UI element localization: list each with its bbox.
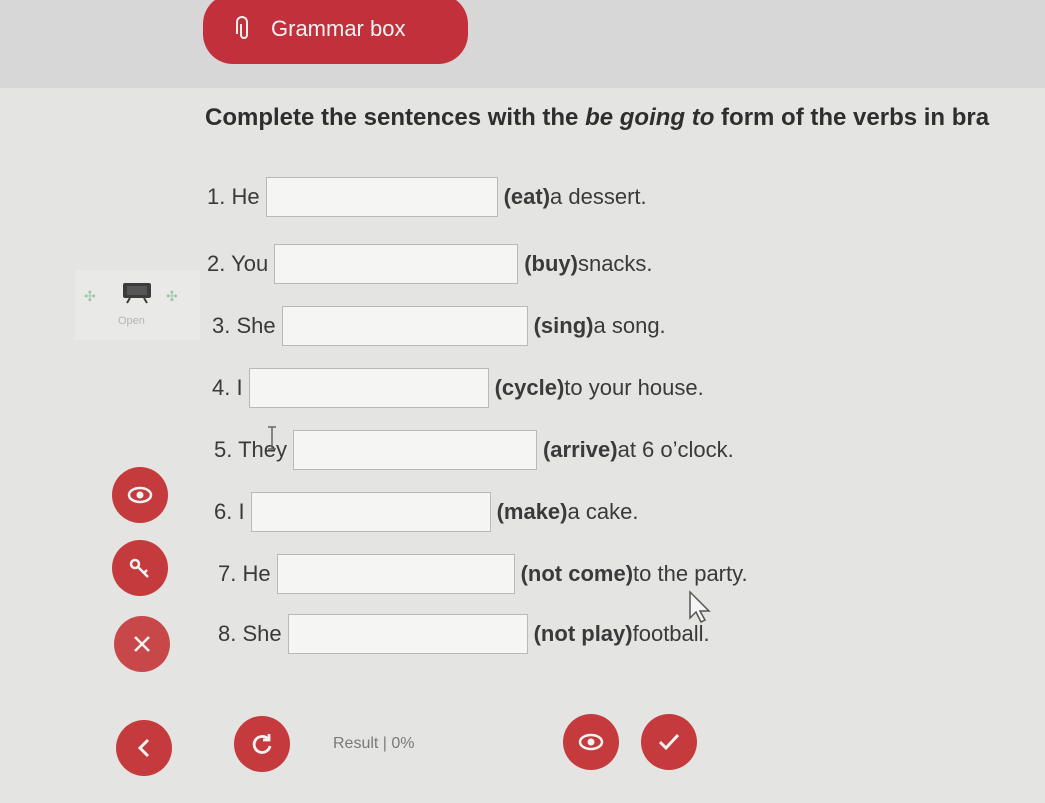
answer-input-8[interactable]: [287, 614, 528, 654]
check-answers-button[interactable]: [641, 714, 697, 770]
answer-input-3[interactable]: [281, 306, 528, 346]
verb-hint: (not play): [533, 621, 633, 646]
answer-input-4[interactable]: [248, 368, 489, 408]
reset-icon: [252, 734, 272, 754]
answer-input-5[interactable]: [292, 430, 537, 470]
verb-hint: (not come): [520, 561, 634, 586]
verb-hint: (make): [496, 499, 568, 524]
answer-input-6[interactable]: [250, 492, 491, 532]
eye-icon: [578, 733, 604, 751]
tool-panel: [75, 270, 200, 340]
reset-button[interactable]: [234, 716, 290, 772]
sentence-rest: to the party.: [633, 561, 748, 586]
sentence-rest: at 6 o’clock.: [617, 437, 734, 462]
sentence-rest: football.: [632, 621, 710, 646]
sentence-subject: 1. He: [207, 184, 260, 209]
check-icon: [658, 733, 680, 751]
sentence-1: 1. He (eat) a dessert.: [207, 177, 647, 217]
sentence-rest: snacks.: [577, 251, 653, 276]
drag-handle-icon[interactable]: ✣: [84, 288, 96, 305]
close-icon: [134, 636, 150, 652]
instruction-text-1: Complete the sentences with the: [205, 104, 586, 131]
sentence-rest: a dessert.: [550, 184, 647, 209]
answer-input-1[interactable]: [265, 177, 498, 217]
sentence-rest: a song.: [593, 313, 666, 338]
verb-hint: (sing): [533, 313, 594, 338]
sentence-subject: 7. He: [218, 561, 271, 586]
answer-input-7[interactable]: [276, 554, 515, 594]
sentence-rest: to your house.: [564, 375, 704, 400]
sentence-2: 2. You (buy) snacks.: [207, 244, 653, 284]
sentence-subject: 3. She: [212, 313, 276, 338]
sentence-6: 6. I (make) a cake.: [214, 492, 638, 532]
close-button[interactable]: [114, 616, 170, 672]
key-icon: [129, 558, 149, 578]
grammar-box-button[interactable]: Grammar box: [203, 0, 468, 64]
answer-input-2[interactable]: [274, 244, 519, 284]
sentence-4: 4. I (cycle) to your house.: [212, 368, 704, 408]
paperclip-icon: [236, 16, 248, 39]
eye-icon: [127, 486, 153, 504]
hint-button[interactable]: [112, 540, 168, 596]
verb-hint: (arrive): [542, 437, 618, 462]
whiteboard-icon[interactable]: [122, 282, 152, 304]
sentence-subject: 4. I: [212, 375, 243, 400]
verb-hint: (eat): [503, 184, 551, 209]
sentence-5: 5. They (arrive) at 6 o’clock.: [214, 430, 734, 470]
sentence-8: 8. She (not play) football.: [218, 614, 710, 654]
sentence-subject: 2. You: [207, 251, 269, 276]
grammar-box-label: Grammar box: [271, 16, 406, 41]
back-button[interactable]: [116, 720, 172, 776]
show-answers-button[interactable]: [112, 467, 168, 523]
text-cursor-icon: [268, 426, 276, 450]
open-label[interactable]: Open: [118, 315, 145, 327]
sentence-3: 3. She (sing) a song.: [212, 306, 666, 346]
show-answers-bottom-button[interactable]: [563, 714, 619, 770]
instruction-text-2: form of the verbs in bra: [714, 104, 990, 131]
sentence-rest: a cake.: [567, 499, 639, 524]
top-bar: [0, 0, 1045, 90]
verb-hint: (cycle): [494, 375, 565, 400]
sentence-subject: 6. I: [214, 499, 245, 524]
drag-handle-icon[interactable]: ✣: [166, 288, 178, 305]
sentence-7: 7. He (not come) to the party.: [218, 554, 748, 594]
sentence-subject: 8. She: [218, 621, 282, 646]
instruction-emphasis: be going to: [585, 104, 715, 131]
chevron-left-icon: [137, 738, 150, 758]
exercise-instruction: Complete the sentences with the be going…: [205, 104, 1045, 132]
mouse-pointer-icon: [689, 590, 711, 624]
result-label: Result | 0%: [333, 735, 415, 752]
verb-hint: (buy): [524, 251, 578, 276]
